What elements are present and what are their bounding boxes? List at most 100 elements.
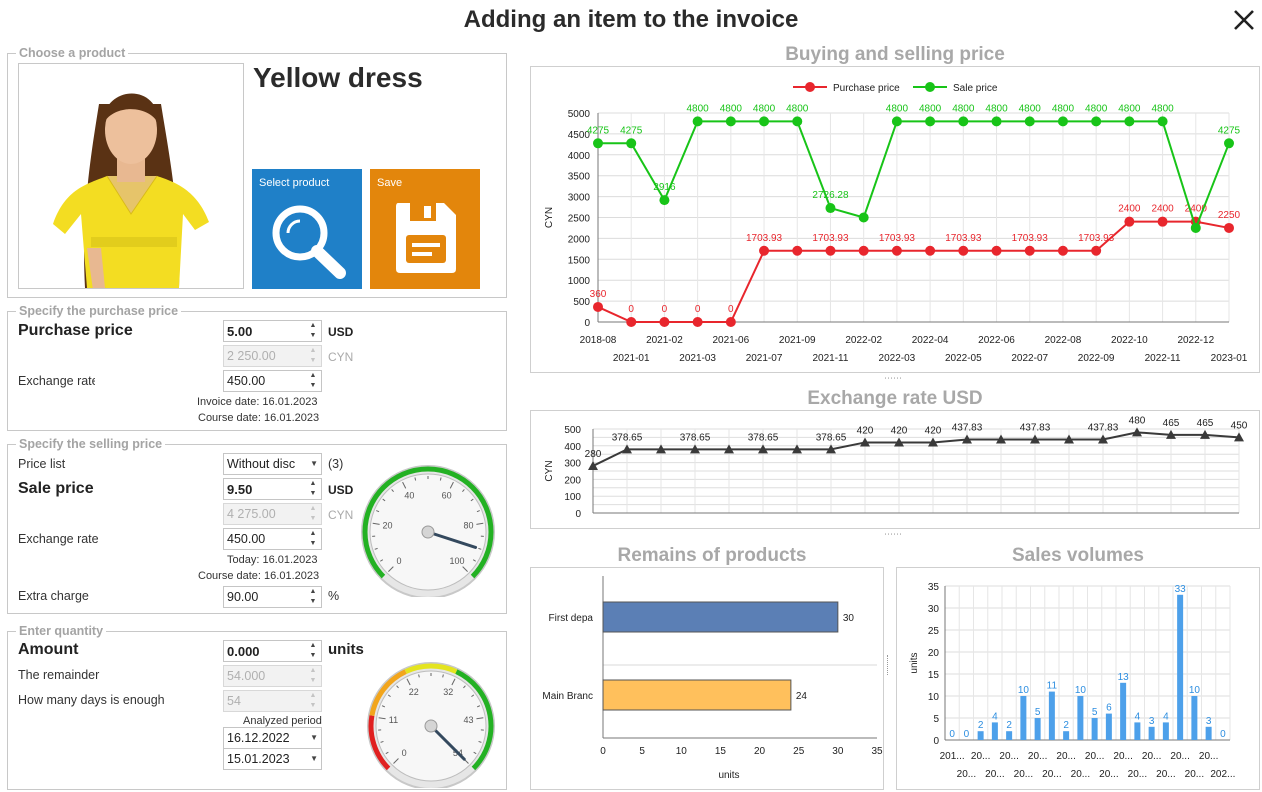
splitter-handle[interactable]: ⋯⋯ [884, 529, 902, 540]
extra-charge-gauge: 0 20 40 60 80 100 [356, 462, 501, 599]
data-label: 30 [843, 613, 855, 624]
sale-converted-currency: CYN [328, 508, 354, 522]
data-label: 4800 [720, 103, 743, 114]
y-tick-label: 100 [564, 492, 581, 503]
spin-down-icon: ▼ [309, 515, 317, 522]
data-label: 5 [1035, 707, 1041, 718]
extra-charge-input[interactable]: 90.00 ▲ ▼ [223, 586, 322, 608]
data-label: 3 [1149, 716, 1155, 727]
spin-up-icon[interactable]: ▲ [305, 371, 321, 381]
legend-label: Purchase price [833, 83, 900, 94]
spin-up-icon[interactable]: ▲ [305, 587, 321, 597]
data-point [659, 195, 670, 206]
x-tick-label: 20 [754, 746, 766, 757]
data-label: 33 [1175, 584, 1187, 595]
data-point [925, 245, 936, 256]
x-tick-label: 20... [1185, 769, 1204, 780]
price-list-count: (3) [328, 457, 344, 471]
spin-up-icon[interactable]: ▲ [305, 641, 321, 651]
date-from-select[interactable]: 16.12.2022 ▼ [223, 727, 322, 749]
data-label: 465 [1197, 418, 1214, 429]
spin-down-icon[interactable]: ▼ [305, 331, 321, 341]
y-tick-label: 0 [575, 509, 581, 520]
date-to-select[interactable]: 15.01.2023 ▼ [223, 748, 322, 770]
amount-input[interactable]: 0.000 ▲ ▼ [223, 640, 322, 662]
spin-down-icon: ▼ [309, 357, 317, 364]
data-label: 4800 [952, 103, 975, 114]
data-label: 2 [978, 720, 984, 731]
data-point [1224, 138, 1234, 149]
purchase-rate-input[interactable]: 450.00 ▲ ▼ [223, 370, 322, 392]
x-tick-label: 2021-02 [646, 335, 683, 346]
data-label: 280 [585, 449, 602, 460]
spin-up-icon[interactable]: ▲ [305, 529, 321, 539]
y-axis-label: CYN [544, 207, 555, 228]
sale-rate-input[interactable]: 450.00 ▲ ▼ [223, 528, 322, 550]
spin-down-icon[interactable]: ▼ [305, 539, 321, 549]
x-tick-label: 2022-08 [1045, 335, 1082, 346]
spin-up-icon: ▲ [309, 505, 317, 512]
bar [1134, 722, 1141, 740]
spin-up-icon[interactable]: ▲ [305, 479, 321, 489]
splitter-handle-vertical[interactable] [887, 655, 889, 675]
y-tick-label: 30 [928, 604, 940, 615]
data-label: 378.65 [612, 432, 643, 443]
price-list-select[interactable]: Without disc ▼ [223, 453, 322, 475]
y-tick-label: 15 [928, 670, 940, 681]
spin-down-icon[interactable]: ▼ [305, 597, 321, 607]
gauge-tick-label: 100 [449, 556, 464, 566]
close-icon[interactable] [1230, 6, 1258, 34]
gauge-tick-label: 20 [382, 521, 392, 531]
bar [1120, 682, 1127, 740]
gauge-tick [414, 477, 417, 481]
amount-label: Amount [18, 641, 79, 658]
x-tick-label: 20... [1142, 751, 1161, 762]
spin-down-icon[interactable]: ▼ [305, 489, 321, 499]
chevron-down-icon[interactable]: ▼ [310, 459, 318, 468]
purchase-price-legend: Specify the purchase price [16, 304, 182, 318]
remainder-input: 54.000 ▲ ▼ [223, 665, 322, 687]
gauge-tick-label: 40 [404, 490, 414, 500]
window-title: Adding an item to the invoice [463, 6, 799, 33]
purchase-currency: USD [328, 325, 354, 339]
y-tick-label: 1500 [568, 255, 591, 266]
spin-up-icon: ▲ [309, 347, 317, 354]
extra-charge-label: Extra charge [18, 589, 89, 603]
sale-course-date: Course date: 16.01.2023 [198, 570, 320, 582]
data-label: 4800 [1118, 103, 1141, 114]
spin-down-icon[interactable]: ▼ [305, 381, 321, 391]
data-point [1190, 222, 1201, 233]
sale-price-label: Sale price [18, 480, 94, 497]
select-product-button[interactable]: Select product [252, 169, 362, 289]
x-tick-label: 20... [1099, 769, 1118, 780]
spin-up-icon: ▲ [309, 667, 317, 674]
data-label: 450 [1231, 420, 1248, 431]
x-tick-label: 2021-01 [613, 353, 650, 364]
data-label: 420 [857, 425, 874, 436]
save-button[interactable]: Save [370, 169, 480, 289]
spin-down-icon[interactable]: ▼ [305, 651, 321, 661]
bar [1191, 696, 1198, 740]
y-tick-label: 500 [573, 297, 590, 308]
chevron-down-icon[interactable]: ▼ [310, 754, 318, 763]
data-label: 4 [1135, 711, 1141, 722]
gauge-tick-label: 0 [402, 748, 407, 758]
data-label: 10 [1075, 685, 1087, 696]
days-enough-gauge: 01122324354 [361, 660, 501, 790]
splitter-handle[interactable]: ⋯⋯ [884, 373, 902, 384]
gauge-tick-label: 22 [409, 687, 419, 697]
spin-up-icon[interactable]: ▲ [305, 321, 321, 331]
sale-price-input[interactable]: 9.50 ▲ ▼ [223, 478, 322, 500]
x-tick-label: 2022-03 [879, 353, 916, 364]
data-label: 4800 [786, 103, 809, 114]
y-tick-label: 5000 [568, 109, 591, 120]
purchase-price-input[interactable]: 5.00 ▲ ▼ [223, 320, 322, 342]
data-point [991, 116, 1002, 127]
y-tick-label: 4000 [568, 151, 591, 162]
data-point [1124, 216, 1135, 227]
data-point [1024, 245, 1035, 256]
chevron-down-icon[interactable]: ▼ [310, 733, 318, 742]
bar [1091, 718, 1098, 740]
x-tick-label: 2023-01 [1211, 353, 1248, 364]
price-list-label: Price list [18, 457, 66, 471]
